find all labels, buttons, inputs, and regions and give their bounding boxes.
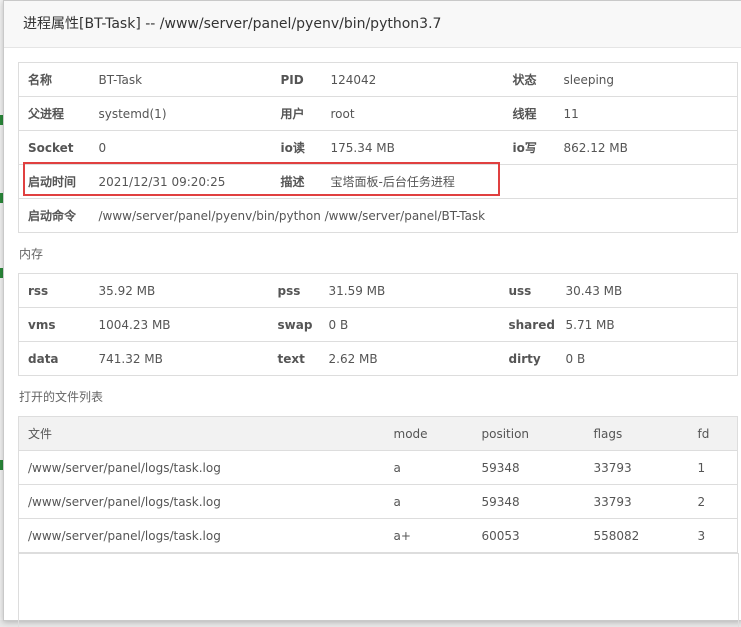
field-value-parent: systemd(1) (89, 96, 272, 131)
field-label-socket: Socket (18, 130, 90, 165)
memory-label-uss: uss (508, 283, 532, 298)
column-header-file: 文件 (18, 416, 385, 451)
field-label-threads: 线程 (503, 96, 555, 131)
field-label-name: 名称 (28, 73, 53, 87)
field-value-start-time: 2021/12/31 09:20:25 (89, 164, 272, 199)
field-value-command: /www/server/panel/pyenv/bin/python /www/… (89, 198, 738, 233)
file-fd-cell: 3 (688, 518, 738, 553)
column-header-mode: mode (384, 416, 473, 451)
field-value-threads: 11 (554, 96, 738, 131)
table-header-row: 文件 mode position flags fd (18, 416, 738, 451)
file-path-cell: /www/server/panel/logs/task.log (18, 484, 385, 519)
memory-label-shared: shared (499, 307, 557, 342)
dialog-content: 名称 BT-Task PID 124042 状态 sleeping 父进程 sy… (18, 62, 739, 627)
field-label-user: 用户 (271, 96, 322, 131)
field-value-io-write: 862.12 MB (554, 130, 738, 165)
memory-label-pss: pss (277, 283, 301, 298)
field-label-start-time: 启动时间 (18, 164, 90, 199)
file-fd-cell: 2 (688, 484, 738, 519)
table-row: 启动时间 2021/12/31 09:20:25 描述 宝塔面板-后台任务进程 (18, 164, 738, 199)
field-label-io-read: io读 (271, 130, 322, 165)
open-files-section-title: 打开的文件列表 (19, 390, 104, 404)
memory-value-uss: 30.43 MB (565, 283, 623, 298)
memory-label-data: data (18, 341, 90, 376)
table-row: rss 35.92 MB pss 31.59 MB uss 30.43 MB (19, 274, 738, 308)
memory-section-title: 内存 (19, 247, 44, 261)
file-flags-cell: 558082 (584, 518, 689, 553)
field-value-status: sleeping (563, 72, 615, 87)
field-value-socket: 0 (89, 130, 272, 165)
file-path-cell: /www/server/panel/logs/task.log (18, 518, 385, 553)
memory-label-text: text (268, 341, 320, 376)
field-label-status: 状态 (512, 73, 537, 87)
file-position-cell: 60053 (472, 518, 585, 553)
empty-cell (503, 164, 555, 199)
table-row: 父进程 systemd(1) 用户 root 线程 11 (18, 96, 738, 131)
file-fd-cell: 1 (688, 450, 738, 485)
column-header-position: position (472, 416, 585, 451)
open-files-empty-area (18, 553, 739, 627)
file-position-cell: 59348 (472, 484, 585, 519)
dialog-title[interactable]: 进程属性[BT-Task] -- /www/server/panel/pyenv… (4, 1, 741, 48)
table-row: /www/server/panel/logs/task.log a 59348 … (18, 484, 738, 519)
memory-value-text: 2.62 MB (319, 341, 500, 376)
memory-label-swap: swap (268, 307, 320, 342)
table-row: vms 1004.23 MB swap 0 B shared 5.71 MB (18, 307, 738, 342)
memory-value-pss: 31.59 MB (328, 283, 386, 298)
field-value-user: root (321, 96, 504, 131)
memory-label-vms: vms (18, 307, 90, 342)
empty-cell (554, 164, 738, 199)
memory-value-swap: 0 B (319, 307, 500, 342)
memory-value-vms: 1004.23 MB (89, 307, 269, 342)
file-mode-cell: a (384, 484, 473, 519)
field-label-io-write: io写 (503, 130, 555, 165)
table-row: data 741.32 MB text 2.62 MB dirty 0 B (18, 341, 738, 376)
field-label-pid: PID (280, 72, 304, 87)
memory-value-data: 741.32 MB (89, 341, 269, 376)
file-flags-cell: 33793 (584, 484, 689, 519)
table-row: 启动命令 /www/server/panel/pyenv/bin/python … (18, 198, 738, 233)
file-mode-cell: a+ (384, 518, 473, 553)
file-position-cell: 59348 (472, 450, 585, 485)
field-value-name: BT-Task (98, 72, 143, 87)
table-row: Socket 0 io读 175.34 MB io写 862.12 MB (18, 130, 738, 165)
field-value-description: 宝塔面板-后台任务进程 (321, 164, 504, 199)
process-info-table: 名称 BT-Task PID 124042 状态 sleeping 父进程 sy… (18, 62, 738, 233)
table-row: /www/server/panel/logs/task.log a+ 60053… (18, 518, 738, 553)
memory-table: rss 35.92 MB pss 31.59 MB uss 30.43 MB v… (18, 273, 738, 376)
field-label-parent: 父进程 (18, 96, 90, 131)
field-value-pid: 124042 (330, 72, 377, 87)
field-label-command: 启动命令 (18, 198, 90, 233)
open-files-table: 文件 mode position flags fd /www/server/pa… (18, 416, 738, 553)
column-header-fd: fd (688, 416, 738, 451)
memory-value-shared: 5.71 MB (556, 307, 738, 342)
field-label-description: 描述 (271, 164, 322, 199)
memory-value-dirty: 0 B (556, 341, 738, 376)
memory-label-dirty: dirty (499, 341, 557, 376)
column-header-flags: flags (584, 416, 689, 451)
process-properties-dialog: 进程属性[BT-Task] -- /www/server/panel/pyenv… (3, 0, 741, 627)
memory-label-rss: rss (28, 283, 49, 298)
file-mode-cell: a (384, 450, 473, 485)
file-path-cell: /www/server/panel/logs/task.log (18, 450, 385, 485)
table-row: 名称 BT-Task PID 124042 状态 sleeping (19, 63, 738, 97)
file-flags-cell: 33793 (584, 450, 689, 485)
field-value-io-read: 175.34 MB (321, 130, 504, 165)
table-row: /www/server/panel/logs/task.log a 59348 … (18, 450, 738, 485)
memory-value-rss: 35.92 MB (98, 283, 156, 298)
